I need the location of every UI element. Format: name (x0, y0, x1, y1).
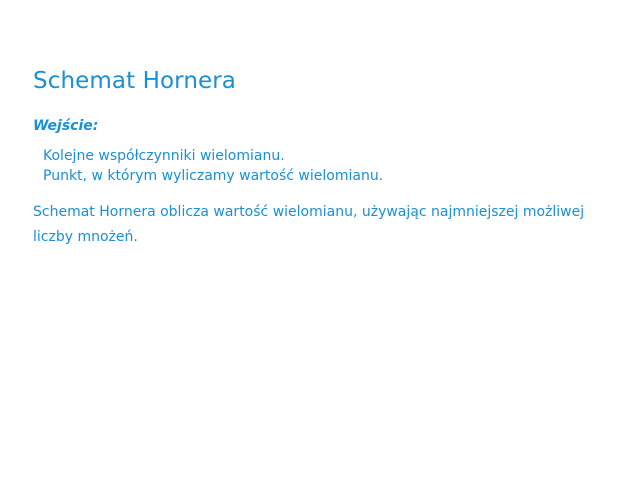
page-title: Schemat Hornera (33, 68, 236, 94)
list-item: Kolejne współczynniki wielomianu. (43, 148, 285, 164)
list-item: Punkt, w którym wyliczamy wartość wielom… (43, 168, 384, 184)
document-page: Schemat Hornera Wejście: Kolejne współcz… (0, 0, 640, 480)
input-list: Kolejne współczynniki wielomianu. Punkt,… (43, 146, 610, 186)
input-label: Wejście: (33, 118, 99, 134)
description-paragraph: Schemat Hornera oblicza wartość wielomia… (33, 204, 585, 245)
